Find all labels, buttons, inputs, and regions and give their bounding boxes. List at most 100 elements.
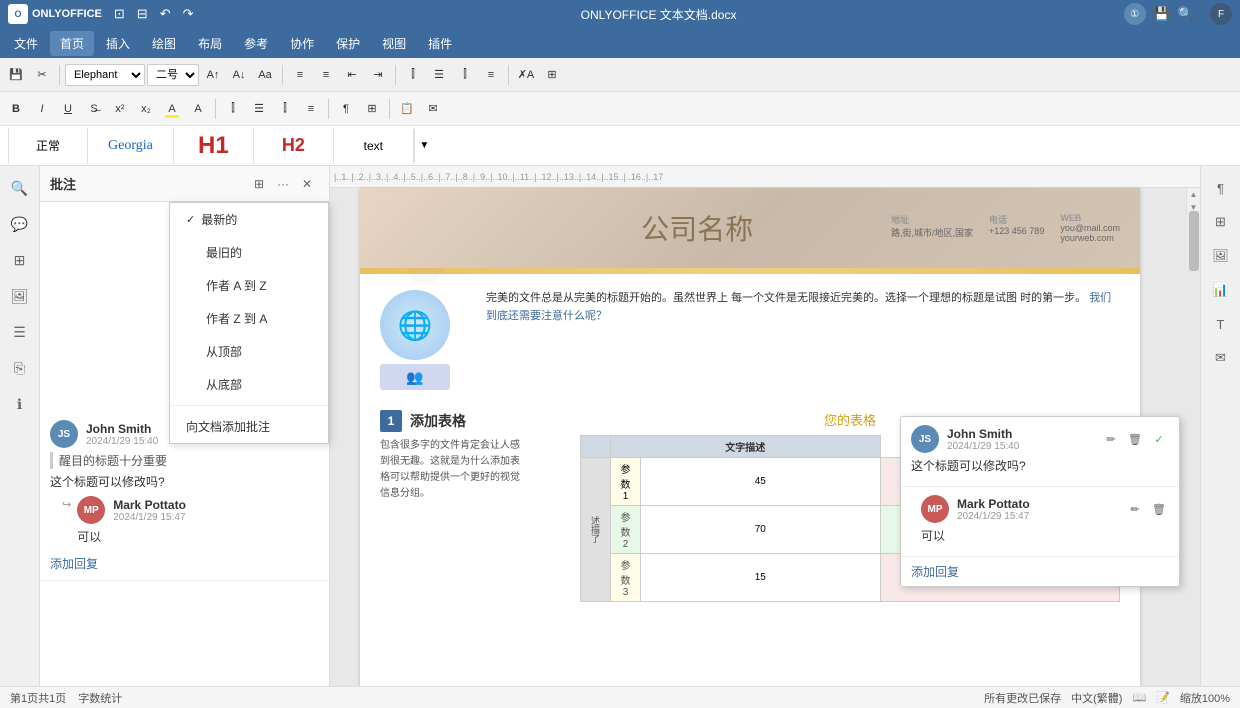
sort-top[interactable]: 从顶部	[170, 335, 328, 368]
comment-sidebar-btn[interactable]: 💬	[6, 210, 34, 238]
v-scrollbar[interactable]: ▲ ▼	[1186, 188, 1200, 214]
indent-increase-btn[interactable]: ⇥	[366, 63, 390, 87]
menu-plugins[interactable]: 插件	[418, 31, 462, 56]
underline-btn[interactable]: U	[56, 97, 80, 121]
align-left-btn[interactable]: ⫿	[401, 63, 425, 87]
superscript-btn[interactable]: x²	[108, 97, 132, 121]
font-name-select[interactable]: Elephant	[65, 64, 145, 86]
list-number-btn[interactable]: ≡	[314, 63, 338, 87]
zoom-level[interactable]: 缩放100%	[1180, 690, 1230, 706]
align-c2[interactable]: ☰	[247, 97, 271, 121]
word-count-btn[interactable]: 字数统计	[78, 690, 122, 706]
strikethrough-btn[interactable]: S̶	[82, 97, 106, 121]
table-sidebar-btn[interactable]: ⊞	[6, 246, 34, 274]
paste-special-btn[interactable]: 📋	[395, 97, 419, 121]
search-sidebar-btn[interactable]: 🔍	[6, 174, 34, 202]
spell-check-icon[interactable]: 📖	[1132, 691, 1146, 704]
rs-chart-btn[interactable]: 📊	[1207, 276, 1235, 304]
nav-sidebar-btn[interactable]: ⎘	[6, 354, 34, 382]
float-reply-delete-btn[interactable]: 🗑	[1149, 499, 1169, 519]
align-right-btn[interactable]: ⫿	[453, 63, 477, 87]
style-text-label: text	[364, 139, 383, 153]
rs-para-btn[interactable]: ¶	[1207, 174, 1235, 202]
list-sidebar-btn[interactable]: ☰	[6, 318, 34, 346]
rs-textbox-btn[interactable]: T	[1207, 310, 1235, 338]
cut-btn[interactable]: ✂	[30, 63, 54, 87]
style-dropdown-btn[interactable]: ▼	[414, 130, 434, 162]
align-l2[interactable]: ⫿	[221, 97, 245, 121]
sort-author-az[interactable]: 作者 A 到 Z	[170, 269, 328, 302]
align-justify-btn[interactable]: ≡	[479, 63, 503, 87]
menu-collab[interactable]: 协作	[280, 31, 324, 56]
rs-table-btn[interactable]: ⊞	[1207, 208, 1235, 236]
indent-decrease-btn[interactable]: ⇤	[340, 63, 364, 87]
tb-icon3[interactable]: ↶	[160, 6, 171, 22]
tb-icon1[interactable]: ⊡	[114, 6, 125, 22]
menu-protect[interactable]: 保护	[326, 31, 370, 56]
rs-image-btn[interactable]: 🖼	[1207, 242, 1235, 270]
mail-merge-btn[interactable]: ✉	[421, 97, 445, 121]
style-georgia[interactable]: Georgia	[88, 128, 174, 164]
float-reply-edit-btn[interactable]: ✏	[1125, 499, 1145, 519]
align-j2[interactable]: ≡	[299, 97, 323, 121]
scroll-up-arrow[interactable]: ▲	[1190, 188, 1198, 199]
bold-btn[interactable]: B	[4, 97, 28, 121]
menu-view[interactable]: 视图	[372, 31, 416, 56]
save-icon[interactable]: 💾	[1154, 6, 1170, 22]
add-doc-comment[interactable]: 向文档添加批注	[170, 410, 328, 443]
style-h2[interactable]: H2	[254, 128, 334, 164]
phone-value: +123 456 789	[989, 226, 1044, 236]
para-mark-btn[interactable]: ¶	[334, 97, 358, 121]
toolbar-row-1: 💾 ✂ Elephant 二号 A↑ A↓ Aa ≡ ≡ ⇤ ⇥ ⫿ ☰ ⫿ ≡…	[0, 58, 1240, 92]
scroll-thumb[interactable]	[1189, 211, 1199, 271]
language-selector[interactable]: 中文(繁體)	[1071, 690, 1122, 706]
avatar-icon[interactable]: F	[1210, 3, 1232, 25]
menu-ref[interactable]: 参考	[234, 31, 278, 56]
track-changes-icon[interactable]: 📝	[1156, 691, 1170, 704]
align-center-btn[interactable]: ☰	[427, 63, 451, 87]
font-color-btn[interactable]: A	[186, 97, 210, 121]
subscript-btn[interactable]: x₂	[134, 97, 158, 121]
menu-file[interactable]: 文件	[4, 31, 48, 56]
tb-icon4[interactable]: ↷	[183, 6, 194, 22]
insert-btn[interactable]: ⊞	[540, 63, 564, 87]
align-r2[interactable]: ⫿	[273, 97, 297, 121]
comments-close-btn[interactable]: ✕	[295, 172, 319, 196]
list-bullet-btn[interactable]: ≡	[288, 63, 312, 87]
sort-newest[interactable]: ✓ 最新的	[170, 203, 328, 236]
clear-format-btn[interactable]: ✗A	[514, 63, 538, 87]
italic-btn[interactable]: I	[30, 97, 54, 121]
highlight-btn[interactable]: A	[160, 97, 184, 121]
float-add-reply-btn[interactable]: 添加回复	[911, 565, 959, 579]
search-icon[interactable]: 🔍	[1178, 6, 1194, 22]
tb-icon2[interactable]: ⊟	[137, 6, 148, 22]
float-resolve-btn[interactable]: ✓	[1149, 429, 1169, 449]
add-reply-btn[interactable]: 添加回复	[50, 555, 319, 572]
float-edit-btn[interactable]: ✏	[1101, 429, 1121, 449]
web-label: WEB	[1060, 213, 1120, 223]
menu-insert[interactable]: 插入	[96, 31, 140, 56]
insert2-btn[interactable]: ⊞	[360, 97, 384, 121]
reply-text: 可以	[77, 528, 186, 545]
font-case-btn[interactable]: Aa	[253, 63, 277, 87]
float-delete-btn[interactable]: 🗑	[1125, 429, 1145, 449]
font-size-select[interactable]: 二号	[147, 64, 199, 86]
menu-layout[interactable]: 布局	[188, 31, 232, 56]
menu-draw[interactable]: 绘图	[142, 31, 186, 56]
save-btn[interactable]: 💾	[4, 63, 28, 87]
user-badge[interactable]: ①	[1124, 3, 1146, 25]
style-normal[interactable]: 正常	[8, 128, 88, 164]
font-size-decrease[interactable]: A↓	[227, 63, 251, 87]
style-text[interactable]: text	[334, 128, 414, 164]
comments-more-btn[interactable]: ···	[271, 172, 295, 196]
sort-bottom[interactable]: 从底部	[170, 368, 328, 401]
info-sidebar-btn[interactable]: ℹ	[6, 390, 34, 418]
sort-oldest[interactable]: 最旧的	[170, 236, 328, 269]
style-h1[interactable]: H1	[174, 128, 254, 164]
font-size-increase[interactable]: A↑	[201, 63, 225, 87]
rs-mail-btn[interactable]: ✉	[1207, 344, 1235, 372]
sort-author-za[interactable]: 作者 Z 到 A	[170, 302, 328, 335]
menu-home[interactable]: 首页	[50, 31, 94, 56]
image-sidebar-btn[interactable]: 🖼	[6, 282, 34, 310]
comments-add-btn[interactable]: ⊞	[247, 172, 271, 196]
